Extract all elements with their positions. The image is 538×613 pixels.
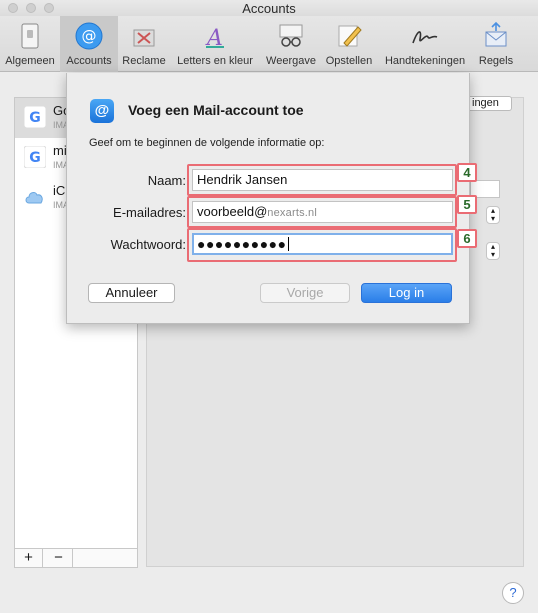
junk-trash-icon (133, 29, 155, 47)
tab-label: Weergave (266, 55, 316, 67)
help-button[interactable]: ? (502, 582, 524, 604)
preferences-toolbar: Algemeen @ Accounts Reclame A Letters en… (0, 16, 538, 72)
account-name: mi (53, 143, 67, 158)
font-color-icon: A (205, 26, 224, 51)
google-icon: G (24, 106, 46, 128)
tab-label: Opstellen (325, 55, 373, 67)
tab-label: Handtekeningen (384, 55, 466, 67)
signature-icon (412, 31, 438, 44)
background-popup-stepper[interactable]: ▴ ▾ (486, 206, 500, 224)
email-highlight (187, 196, 457, 228)
switch-icon (21, 23, 39, 49)
login-button[interactable]: Log in (361, 283, 452, 303)
google-icon: G (24, 146, 46, 168)
mail-at-icon: @ (90, 99, 114, 123)
compose-pencil-icon (338, 25, 362, 47)
email-label: E-mailadres: (113, 205, 186, 220)
name-label: Naam: (147, 173, 186, 188)
password-highlight (187, 228, 457, 262)
add-mail-account-sheet: @ Voeg een Mail-account toe Geef om te b… (66, 73, 477, 324)
tab-opstellen[interactable]: Opstellen (320, 16, 378, 72)
tab-regels[interactable]: Regels (472, 16, 520, 72)
tab-label: Regels (478, 55, 514, 67)
svg-text:G: G (29, 110, 41, 126)
step-badge-5: 5 (457, 195, 477, 214)
icloud-icon (25, 192, 43, 204)
tab-reclame[interactable]: Reclame (118, 16, 170, 72)
tab-accounts[interactable]: @ Accounts (60, 16, 118, 72)
tab-weergave[interactable]: Weergave (262, 16, 320, 72)
list-controls: + − (14, 548, 138, 568)
svg-text:G: G (29, 150, 41, 166)
tab-label: Reclame (122, 55, 166, 67)
tab-letters-en-kleur[interactable]: A Letters en kleur (170, 16, 260, 72)
at-sign-icon: @ (75, 22, 103, 50)
remove-account-button[interactable]: − (45, 549, 73, 567)
step-badge-6: 6 (457, 229, 477, 248)
svg-text:@: @ (82, 27, 97, 45)
tab-algemeen[interactable]: Algemeen (0, 16, 60, 72)
previous-button[interactable]: Vorige (260, 283, 350, 303)
tab-label: Letters en kleur (177, 55, 253, 67)
add-account-button[interactable]: + (15, 549, 43, 567)
dialog-description: Geef om te beginnen de volgende informat… (89, 137, 325, 149)
cancel-button[interactable]: Annuleer (88, 283, 175, 303)
background-button[interactable]: ingen (466, 96, 512, 111)
glasses-icon (279, 24, 303, 47)
tab-handtekeningen[interactable]: Handtekeningen (378, 16, 472, 72)
background-popup-stepper[interactable]: ▴ ▾ (486, 242, 500, 260)
window-title: Accounts (242, 1, 296, 16)
name-highlight (187, 164, 457, 196)
title-bar: Accounts (0, 0, 538, 16)
rules-envelope-icon (485, 21, 507, 47)
step-badge-4: 4 (457, 163, 477, 182)
tab-label: Accounts (66, 55, 112, 67)
tab-label: Algemeen (5, 55, 55, 67)
dialog-title: Voeg een Mail-account toe (128, 102, 304, 118)
password-label: Wachtwoord: (110, 237, 186, 252)
